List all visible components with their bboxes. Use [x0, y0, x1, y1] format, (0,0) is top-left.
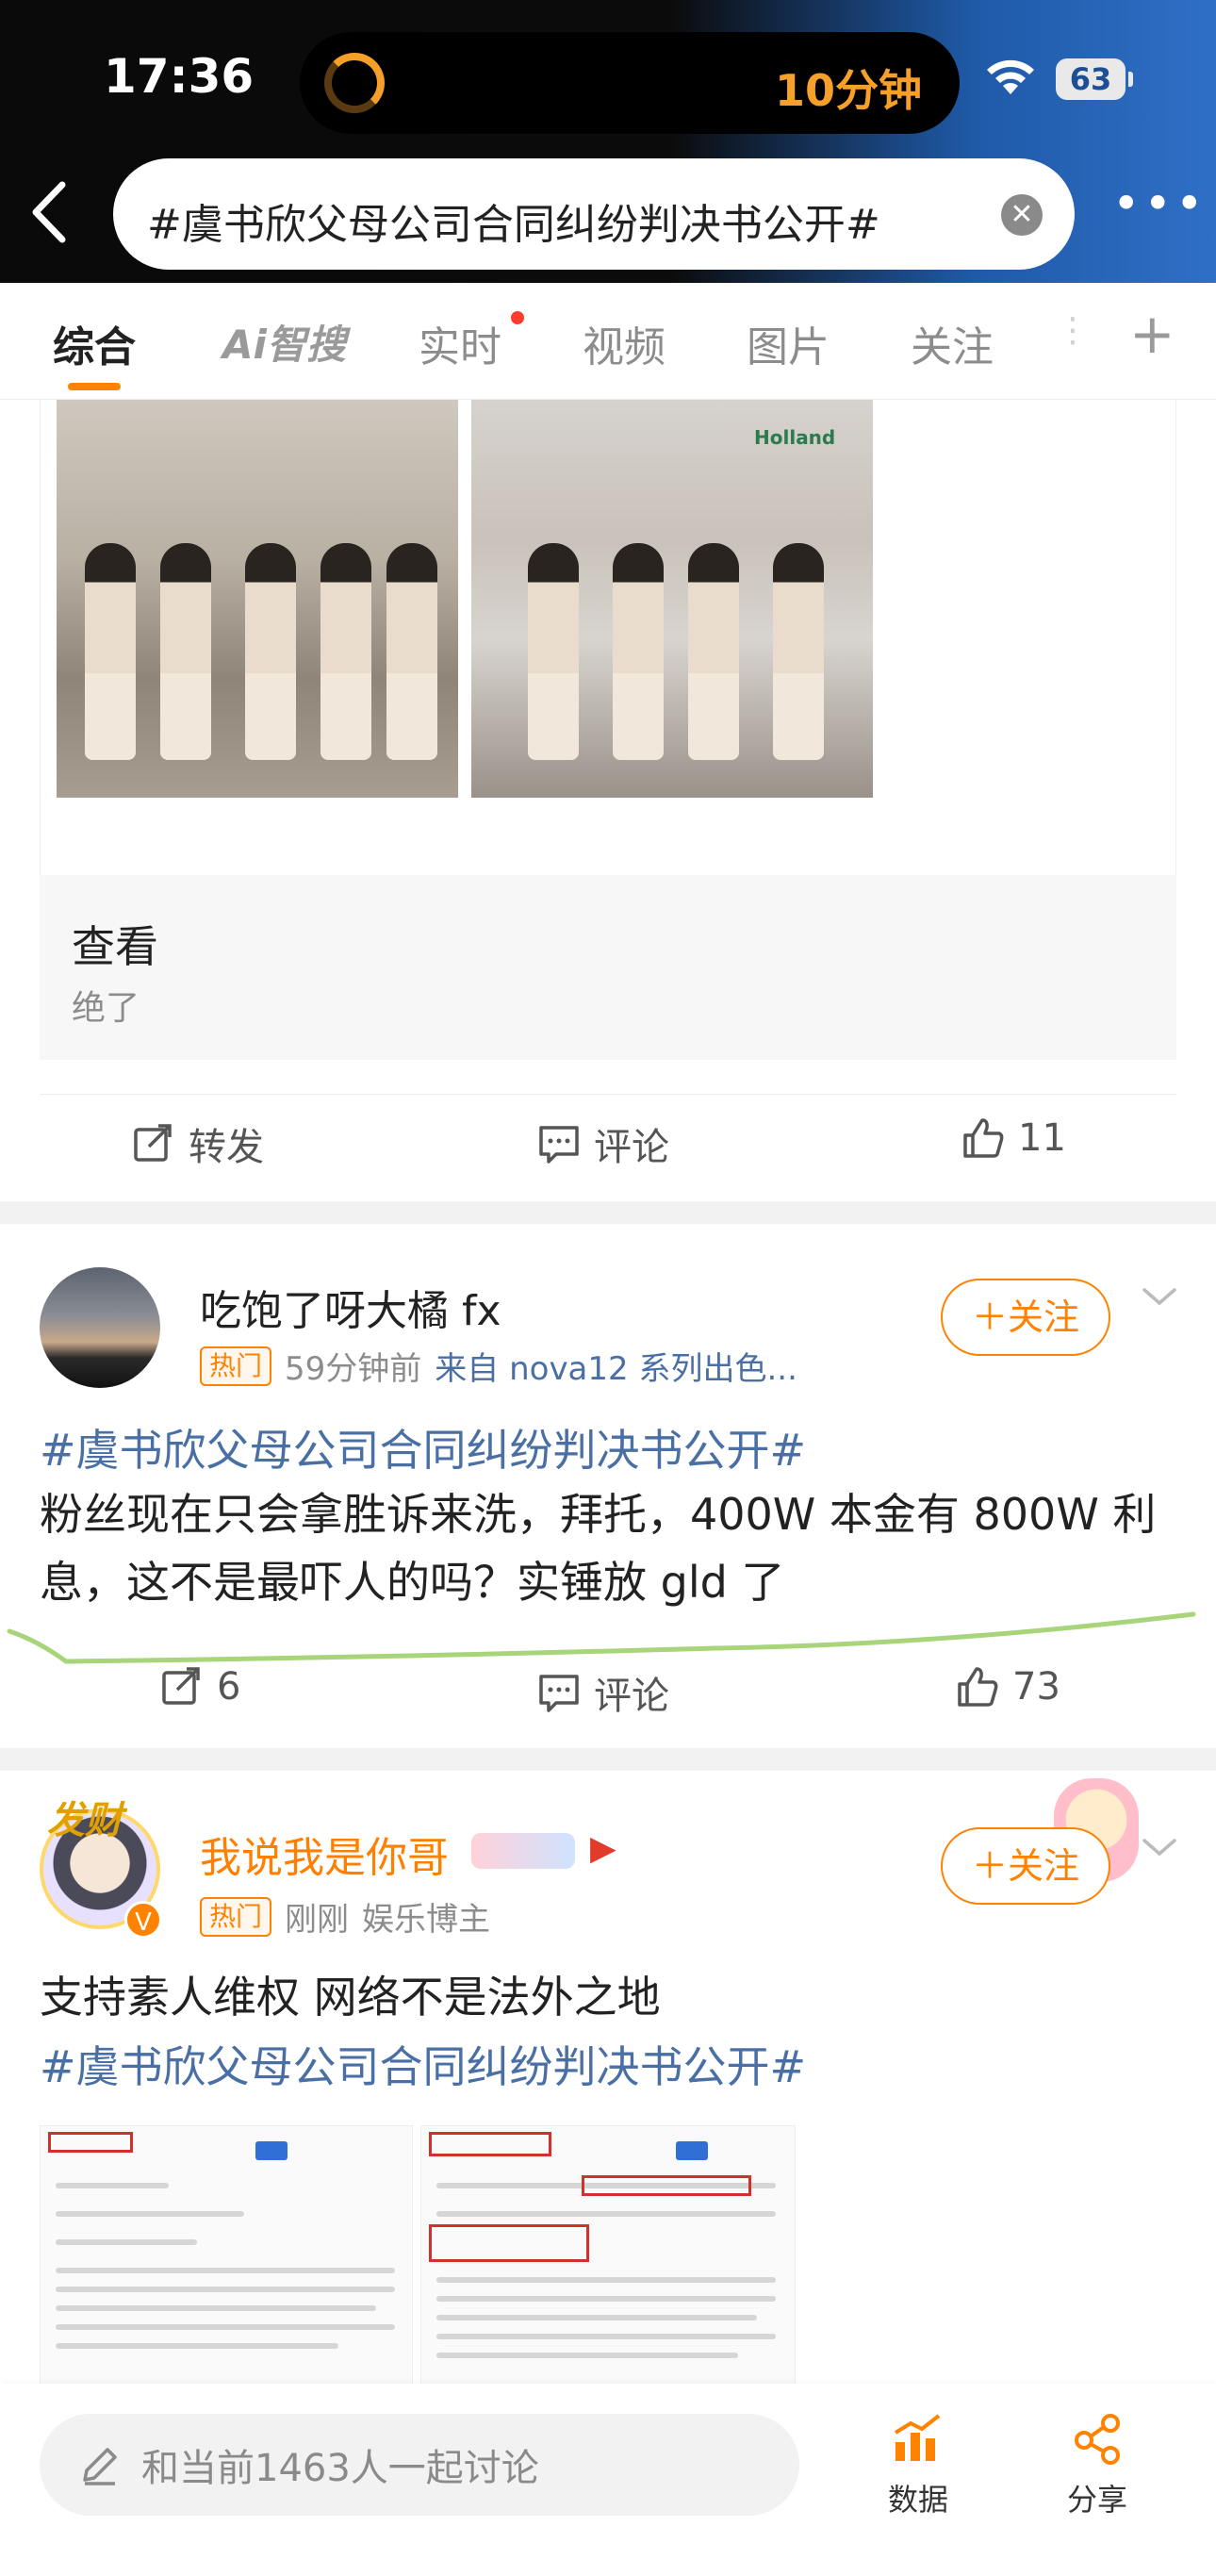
- battery-icon: 63: [1056, 58, 1133, 100]
- hot-badge: 热门: [200, 1896, 272, 1937]
- comment-icon: [539, 1675, 579, 1712]
- card-title[interactable]: 查看: [72, 913, 158, 975]
- repost-icon: [134, 1124, 172, 1162]
- tab-following[interactable]: 关注: [911, 313, 994, 373]
- post-photo-1[interactable]: [57, 400, 458, 798]
- search-input[interactable]: #虞书欣父母公司合同纠纷判决书公开# ✕: [113, 158, 1075, 270]
- timer-icon: [324, 53, 385, 113]
- discussion-input[interactable]: 和当前1463人一起讨论: [40, 2414, 799, 2516]
- post-author[interactable]: 吃饱了呀大橘 fx: [200, 1277, 501, 1337]
- search-query: #虞书欣父母公司合同纠纷判决书公开#: [147, 201, 880, 249]
- discussion-placeholder: 和当前1463人一起讨论: [141, 2447, 539, 2490]
- active-tab-indicator: [68, 383, 121, 390]
- hot-badge: 热门: [200, 1346, 272, 1386]
- comment-button[interactable]: 评论: [537, 1116, 669, 1171]
- comment-icon: [539, 1126, 579, 1164]
- data-button[interactable]: 数据: [862, 2410, 975, 2519]
- timer-text: 10分钟: [774, 65, 922, 116]
- avatar[interactable]: [40, 1267, 160, 1388]
- tab-overflow-fade: ⋮: [1056, 311, 1090, 350]
- dynamic-island[interactable]: 10分钟: [300, 32, 960, 134]
- hashtag-link[interactable]: #虞书欣父母公司合同纠纷判决书公开#: [40, 1416, 806, 1478]
- repost-icon: [162, 1667, 200, 1705]
- hashtag-link[interactable]: #虞书欣父母公司合同纠纷判决书公开#: [40, 2033, 806, 2095]
- post-source[interactable]: 来自 nova12 系列出色...: [435, 1343, 797, 1389]
- tab-comprehensive[interactable]: 综合: [53, 313, 136, 373]
- like-button[interactable]: 11: [961, 1116, 1066, 1160]
- post-meta: 热门 刚刚 娱乐博主: [200, 1893, 490, 1940]
- clear-icon[interactable]: ✕: [1001, 194, 1043, 236]
- post-meta: 热门 59分钟前 来自 nova12 系列出色...: [200, 1343, 797, 1389]
- pencil-icon: [83, 2448, 117, 2485]
- tab-video[interactable]: 视频: [583, 313, 666, 373]
- like-icon: [958, 1667, 998, 1707]
- chevron-down-icon[interactable]: [1139, 1833, 1180, 1861]
- wifi-icon: [987, 59, 1034, 94]
- post-time: 59分钟前: [285, 1350, 422, 1388]
- more-icon[interactable]: •••: [1112, 180, 1203, 232]
- verified-icon: V: [124, 1901, 162, 1939]
- repost-button[interactable]: 转发: [132, 1116, 264, 1171]
- post-separator: [0, 1748, 1216, 1771]
- add-tab-icon[interactable]: +: [1129, 302, 1175, 366]
- post-image-2[interactable]: [420, 2125, 796, 2389]
- tab-realtime[interactable]: 实时: [419, 313, 501, 373]
- like-icon: [963, 1118, 1004, 1158]
- share-icon: [1075, 2414, 1120, 2465]
- tab-ai-search[interactable]: Ai智搜: [222, 313, 346, 371]
- post-text: 支持素人维权 网络不是法外之地: [40, 1972, 661, 2023]
- comment-button[interactable]: 评论: [537, 1665, 669, 1720]
- post-author[interactable]: 我说我是你哥: [200, 1824, 449, 1884]
- card-subtitle: 绝了: [72, 989, 140, 1028]
- status-time: 17:36: [104, 49, 255, 104]
- back-arrow-icon[interactable]: [28, 179, 74, 245]
- divider: [40, 1094, 1176, 1095]
- membership-icon: [471, 1833, 575, 1869]
- bar-chart-icon: [894, 2414, 941, 2461]
- flame-icon: ▶: [590, 1829, 616, 1868]
- chevron-down-icon[interactable]: [1139, 1282, 1180, 1311]
- post-separator: [0, 1201, 1216, 1224]
- author-tag: 娱乐博主: [362, 1901, 491, 1939]
- follow-button[interactable]: ＋关注: [941, 1827, 1110, 1905]
- like-button[interactable]: 73: [956, 1665, 1060, 1709]
- share-button[interactable]: 分享: [1041, 2410, 1154, 2519]
- post-text: 粉丝现在只会拿胜诉来洗，拜托，400W 本金有 800W 利息，这不是最吓人的吗…: [40, 1489, 1157, 1608]
- post-photo-2[interactable]: Holland: [471, 400, 873, 798]
- store-sign: Holland: [754, 426, 836, 449]
- post2-actions: 6 评论 73: [0, 1646, 1216, 1737]
- tab-images[interactable]: 图片: [747, 313, 830, 373]
- realtime-dot: [511, 311, 524, 324]
- follow-button[interactable]: ＋关注: [941, 1279, 1110, 1356]
- avatar-frame-text: 发财: [47, 1799, 123, 1842]
- post-image-1[interactable]: [40, 2125, 413, 2389]
- post1-actions: 转发 评论 11: [0, 1098, 1216, 1188]
- repost-button[interactable]: 6: [160, 1665, 240, 1709]
- post-time: 刚刚: [285, 1901, 350, 1939]
